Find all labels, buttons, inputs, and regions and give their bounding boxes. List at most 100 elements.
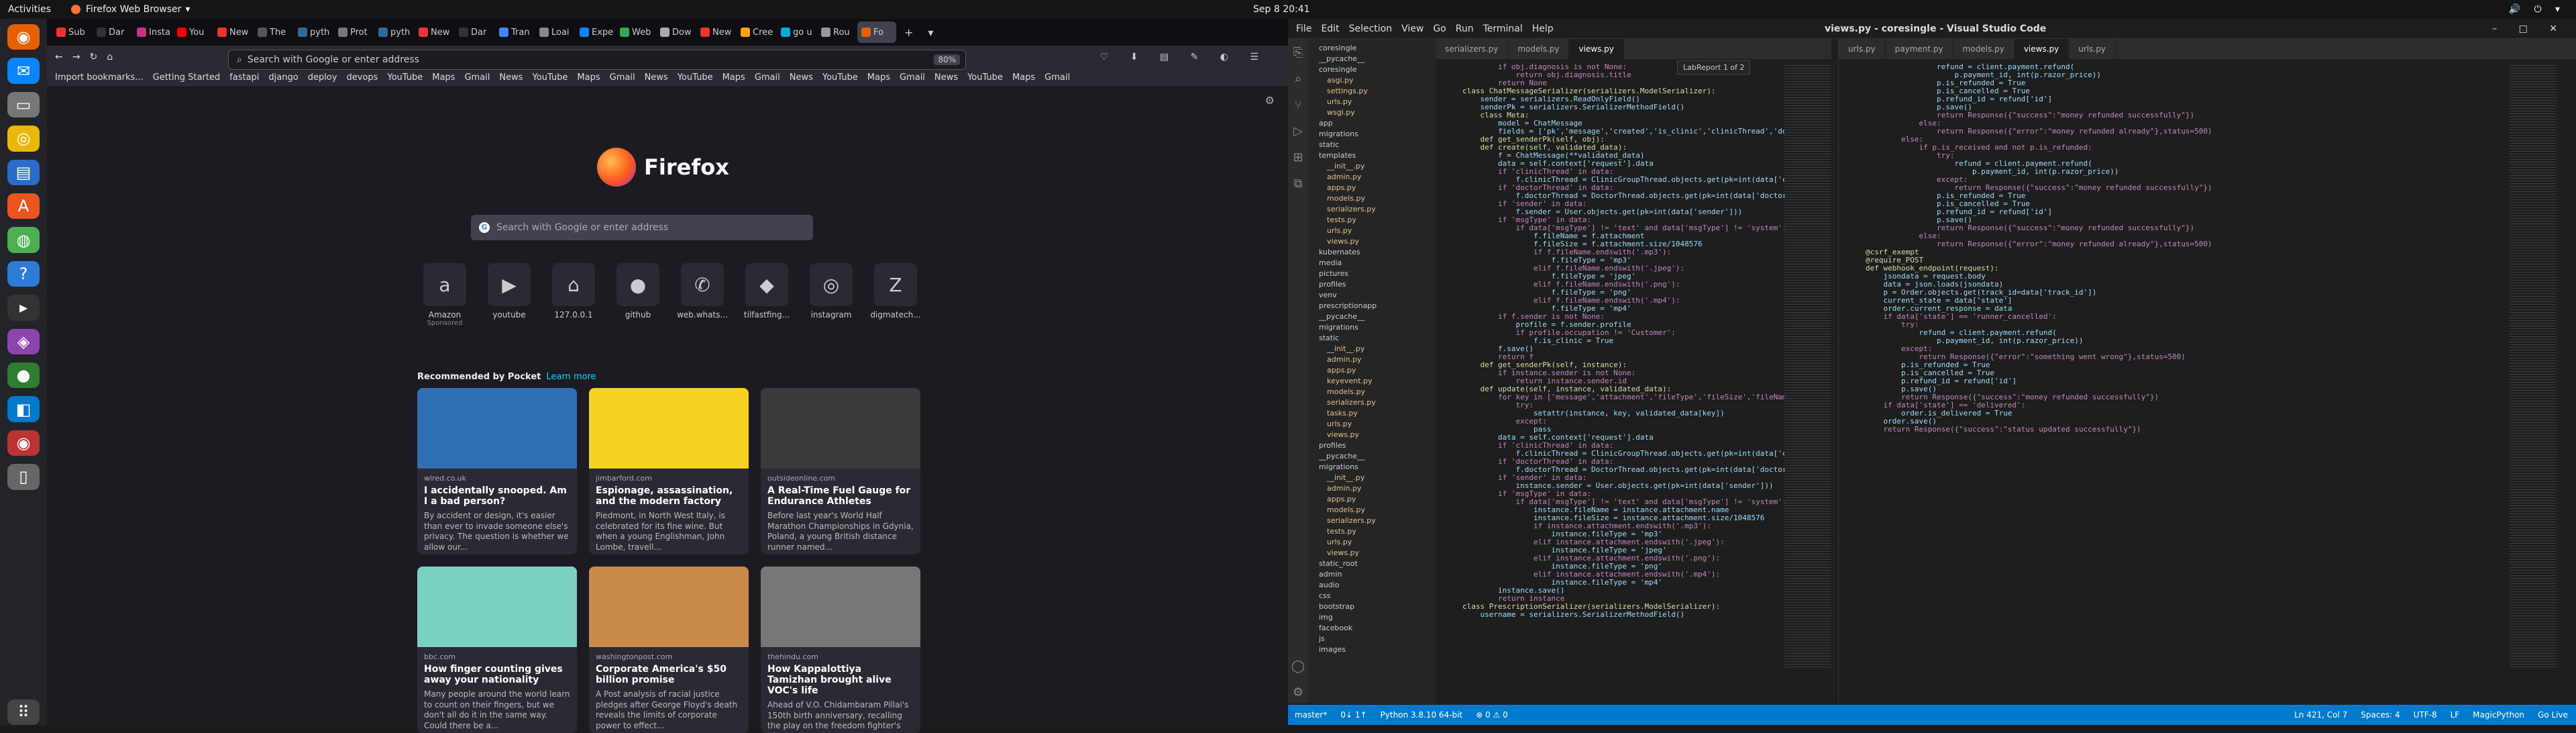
chrome-icon[interactable]: ◍ — [7, 227, 40, 253]
app-menu[interactable]: Firefox Web Browser — [86, 4, 182, 15]
firefox-icon[interactable]: ◉ — [7, 24, 40, 50]
explorer-item[interactable]: coresingle — [1312, 43, 1432, 54]
new-tab-icon[interactable]: + — [898, 26, 920, 39]
explorer-item[interactable]: models.py — [1312, 387, 1432, 397]
bookmark-item[interactable]: Gmail — [610, 72, 635, 83]
vscode-icon[interactable]: ◧ — [7, 396, 40, 422]
explorer-item[interactable]: static — [1312, 140, 1432, 150]
top-site-tile[interactable]: Zdigmatech... — [868, 263, 923, 327]
explorer-item[interactable]: tasks.py — [1312, 408, 1432, 419]
terminal-icon[interactable]: ▸ — [7, 295, 40, 321]
bookmark-item[interactable]: Import bookmarks... — [55, 72, 144, 83]
explorer-item[interactable]: templates — [1312, 150, 1432, 161]
pocket-card[interactable]: wired.co.uk I accidentally snooped. Am I … — [417, 388, 577, 554]
bookmark-item[interactable]: Maps — [722, 72, 745, 83]
explorer-item[interactable]: admin.py — [1312, 483, 1432, 494]
menu-go[interactable]: Go — [1433, 23, 1446, 34]
pocket-card[interactable]: washingtonpost.com Corporate America's $5… — [589, 567, 749, 733]
explorer-item[interactable]: app — [1312, 118, 1432, 129]
browser-tab[interactable]: New — [213, 21, 252, 43]
browser-tab[interactable]: New — [696, 21, 735, 43]
forward-icon[interactable]: → — [72, 52, 80, 62]
explorer-item[interactable]: urls.py — [1312, 226, 1432, 236]
newtab-search-input[interactable]: G Search with Google or enter address — [471, 215, 813, 240]
browser-tab[interactable]: Loai — [535, 21, 574, 43]
menu-selection[interactable]: Selection — [1349, 23, 1393, 34]
browser-tab[interactable]: You — [173, 21, 212, 43]
menu-file[interactable]: File — [1296, 23, 1311, 34]
browser-tab[interactable]: pyth — [294, 21, 333, 43]
explorer-item[interactable]: __init__.py — [1312, 161, 1432, 172]
explorer-item[interactable]: static — [1312, 333, 1432, 344]
accounts-icon[interactable]: ◯ — [1291, 659, 1305, 673]
explorer-item[interactable]: serializers.py — [1312, 397, 1432, 408]
settings-gear-icon[interactable]: ⚙ — [1265, 94, 1275, 107]
bookmark-item[interactable]: Getting Started — [153, 72, 221, 83]
url-input[interactable]: Search with Google or enter address — [248, 54, 419, 65]
bookmark-item[interactable]: Maps — [432, 72, 455, 83]
minimap[interactable] — [2510, 63, 2557, 667]
explorer-item[interactable]: admin.py — [1312, 354, 1432, 365]
explorer-item[interactable]: __pycache__ — [1312, 311, 1432, 322]
editor-tab[interactable]: views.py — [2014, 39, 2070, 59]
activities-button[interactable]: Activities — [8, 4, 51, 15]
bookmark-item[interactable]: Gmail — [1044, 72, 1070, 83]
menu-help[interactable]: Help — [1532, 23, 1554, 34]
browser-tab[interactable]: Dar — [455, 21, 494, 43]
browser-tab[interactable]: Insta — [133, 21, 172, 43]
bookmark-item[interactable]: deploy — [308, 72, 337, 83]
search-icon[interactable]: ⌕ — [1295, 72, 1301, 86]
browser-tab[interactable]: Prot — [334, 21, 373, 43]
bookmark-item[interactable]: YouTube — [533, 72, 568, 83]
editor-tab[interactable]: urls.py — [2069, 39, 2116, 59]
explorer-item[interactable]: facebook — [1312, 623, 1432, 634]
record-icon[interactable]: ◉ — [7, 430, 40, 456]
explorer-item[interactable]: tests.py — [1312, 215, 1432, 226]
top-site-tile[interactable]: ⌂ 127.0.0.1 — [546, 263, 601, 327]
explorer-item[interactable]: __pycache__ — [1312, 451, 1432, 462]
browser-tab[interactable]: The — [254, 21, 292, 43]
bookmark-item[interactable]: Gmail — [755, 72, 780, 83]
list-all-tabs-icon[interactable]: ▾ — [921, 26, 940, 39]
bookmark-item[interactable]: Maps — [577, 72, 600, 83]
explorer-item[interactable]: keyevent.py — [1312, 376, 1432, 387]
apps-grid-icon[interactable]: ⠿ — [7, 699, 40, 726]
remote-icon[interactable]: ⧉ — [1294, 177, 1303, 191]
editor-tab[interactable]: models.py — [1953, 39, 2015, 59]
explorer-item[interactable]: media — [1312, 258, 1432, 268]
top-site-tile[interactable]: ● github — [610, 263, 665, 327]
explorer-item[interactable]: img — [1312, 612, 1432, 623]
browser-tab[interactable]: Fo — [857, 21, 896, 43]
bookmark-item[interactable]: YouTube — [822, 72, 858, 83]
menu-view[interactable]: View — [1401, 23, 1424, 34]
bookmark-item[interactable]: News — [934, 72, 958, 83]
branch-status[interactable]: master* — [1295, 710, 1327, 720]
browser-tab[interactable]: Dar — [93, 21, 131, 43]
explorer-item[interactable]: views.py — [1312, 236, 1432, 247]
explorer-item[interactable]: views.py — [1312, 430, 1432, 440]
explorer-item[interactable]: models.py — [1312, 505, 1432, 516]
podcast-icon[interactable]: ◈ — [7, 328, 40, 355]
back-icon[interactable]: ← — [55, 52, 63, 62]
browser-tab[interactable]: Expe — [576, 21, 614, 43]
explorer-item[interactable]: __init__.py — [1312, 473, 1432, 483]
run-debug-icon[interactable]: ▷ — [1293, 124, 1303, 138]
explorer-item[interactable]: images — [1312, 644, 1432, 655]
editor-tab[interactable]: models.py — [1508, 39, 1570, 59]
system-status-icons[interactable]: 🔊 ⏻ ▾ — [2509, 4, 2565, 15]
explorer-item[interactable]: profiles — [1312, 440, 1432, 451]
bookmark-item[interactable]: Maps — [1012, 72, 1035, 83]
explorer-item[interactable]: __init__.py — [1312, 344, 1432, 354]
explorer-item[interactable]: prescriptionapp — [1312, 301, 1432, 311]
browser-tab[interactable]: pyth — [374, 21, 413, 43]
source-control-icon[interactable]: ⑂ — [1295, 98, 1302, 112]
encoding-status[interactable]: UTF-8 — [2414, 710, 2437, 720]
explorer-item[interactable]: bootstrap — [1312, 601, 1432, 612]
explorer-item[interactable]: serializers.py — [1312, 204, 1432, 215]
explorer-item[interactable]: venv — [1312, 290, 1432, 301]
zoom-badge[interactable]: 80% — [934, 54, 960, 65]
explorer-item[interactable]: migrations — [1312, 129, 1432, 140]
reload-icon[interactable]: ↻ — [89, 52, 97, 62]
explorer-item[interactable]: migrations — [1312, 462, 1432, 473]
cursor-position[interactable]: Ln 421, Col 7 — [2294, 710, 2347, 720]
